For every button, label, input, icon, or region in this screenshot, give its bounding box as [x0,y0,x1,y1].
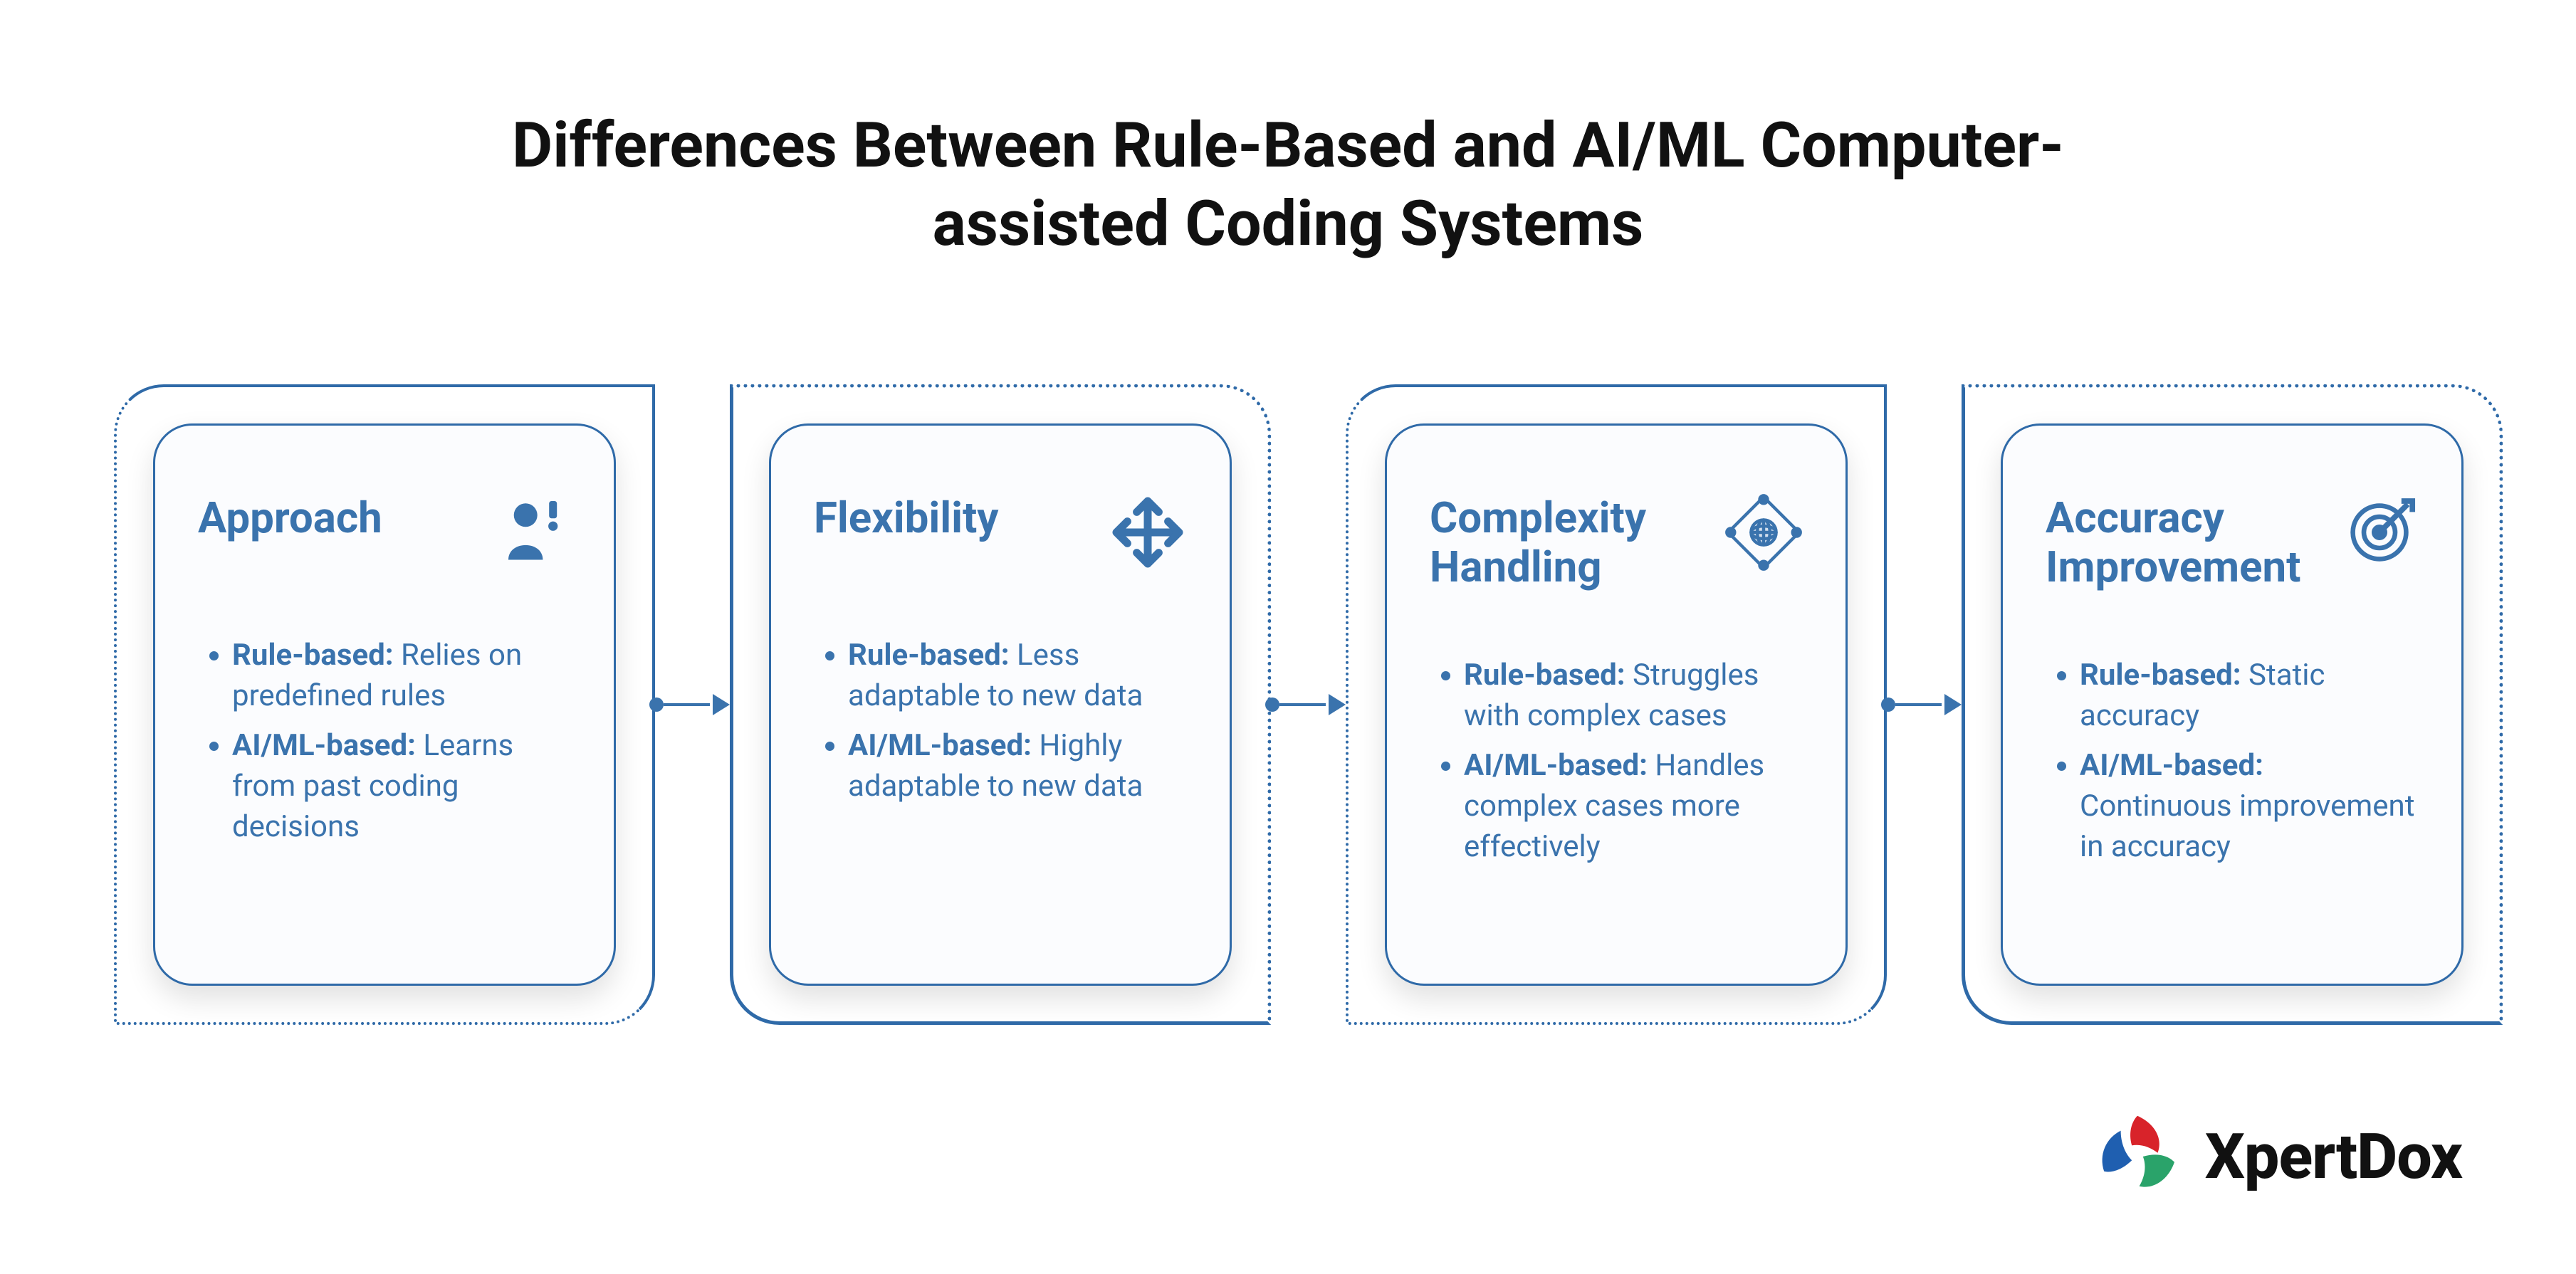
card-head: Flexibility [814,493,1187,572]
arrow-right-icon [713,694,730,715]
brand: XpertDox [2091,1110,2462,1203]
brand-name: XpertDox [2205,1120,2462,1194]
rule-label: Rule-based: [2080,658,2241,693]
diagram-page: Differences Between Rule-Based and AI/ML… [0,0,2576,1274]
connector-line [664,703,710,706]
card-points: Rule-based: Relies on predefined rules A… [198,636,571,857]
connector-dot [1265,697,1279,712]
brand-logo-icon [2091,1110,2184,1203]
card-approach: Approach Rule-based: Relies on predefine… [114,384,655,1025]
card-head: Accuracy Improvement [2046,493,2419,591]
point-rule: Rule-based: Struggles with complex cases [1464,656,1803,736]
card-head: Approach [198,493,571,572]
card-inner: Accuracy Improvement Rule-based: Static … [2001,423,2464,986]
card-complexity: Complexity Handling [1346,384,1887,1025]
point-rule: Rule-based: Less adaptable to new data [848,636,1187,716]
target-icon [2340,493,2419,572]
point-rule: Rule-based: Static accuracy [2080,656,2419,736]
ai-label: AI/ML-based: [232,728,416,763]
globe-network-icon [1724,493,1803,572]
connector-dot [1881,697,1895,712]
move-icon [1109,493,1187,572]
rule-label: Rule-based: [1464,658,1625,693]
ai-label: AI/ML-based: [1464,748,1648,783]
arrow-right-icon [1329,694,1346,715]
rule-label: Rule-based: [848,638,1010,673]
cards-row: Approach Rule-based: Relies on predefine… [114,384,2505,1025]
ai-label: AI/ML-based: [848,728,1032,763]
connector-dot [649,697,664,712]
card-points: Rule-based: Static accuracy AI/ML-based:… [2046,656,2419,877]
person-icon [493,493,571,572]
card-title: Flexibility [814,493,999,542]
point-ai: AI/ML-based: Highly adaptable to new dat… [848,726,1187,806]
connector-line [1279,703,1326,706]
point-rule: Rule-based: Relies on predefined rules [232,636,571,716]
ai-text: Continuous improvement in accuracy [2080,789,2414,864]
card-points: Rule-based: Less adaptable to new data A… [814,636,1187,817]
connector-line [1895,703,1942,706]
connector-arrow [1271,703,1346,706]
point-ai: AI/ML-based: Handles complex cases more … [1464,746,1803,867]
card-head: Complexity Handling [1430,493,1803,591]
card-title: Accuracy Improvement [2046,493,2326,591]
card-inner: Complexity Handling [1385,423,1848,986]
card-inner: Flexibility Rule-based: Less adapt [769,423,1232,986]
card-title: Complexity Handling [1430,493,1710,591]
point-ai: AI/ML-based: Continuous improvement in a… [2080,746,2419,867]
card-points: Rule-based: Struggles with complex cases… [1430,656,1803,877]
card-accuracy: Accuracy Improvement Rule-based: Static … [1962,384,2503,1025]
arrow-right-icon [1944,694,1962,715]
point-ai: AI/ML-based: Learns from past coding dec… [232,726,571,847]
card-flexibility: Flexibility Rule-based: Less adapt [730,384,1271,1025]
diagram-title: Differences Between Rule-Based and AI/ML… [434,107,2142,263]
ai-label: AI/ML-based: [2080,748,2263,783]
card-inner: Approach Rule-based: Relies on predefine… [153,423,616,986]
rule-label: Rule-based: [232,638,394,673]
connector-arrow [655,703,730,706]
card-title: Approach [198,493,382,542]
connector-arrow [1887,703,1962,706]
